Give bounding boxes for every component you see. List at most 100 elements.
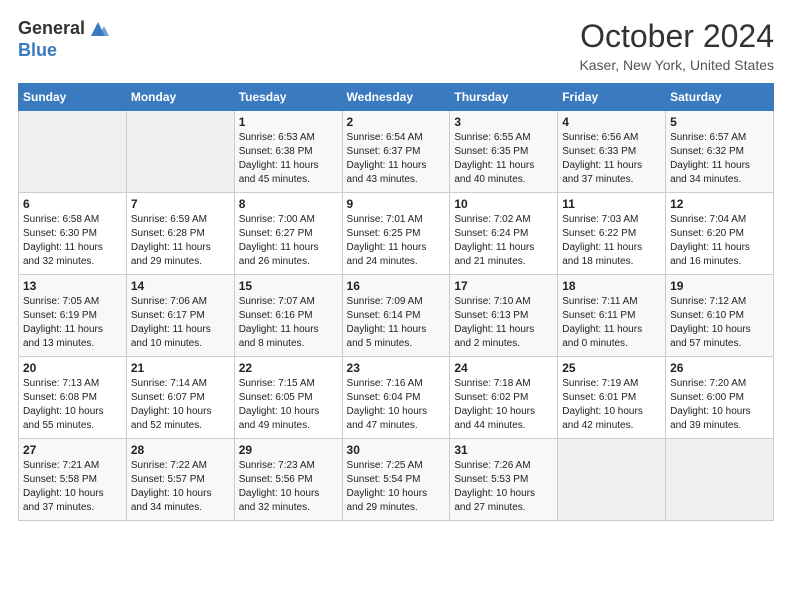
day-number: 2 <box>347 115 446 129</box>
day-details: Sunrise: 6:53 AMSunset: 6:38 PMDaylight:… <box>239 131 338 187</box>
day-details: Sunrise: 7:09 AMSunset: 6:14 PMDaylight:… <box>347 295 446 351</box>
calendar-cell <box>126 111 234 193</box>
day-number: 19 <box>670 279 769 293</box>
calendar-cell: 7 Sunrise: 6:59 AMSunset: 6:28 PMDaylight… <box>126 193 234 275</box>
day-number: 29 <box>239 443 338 457</box>
day-number: 31 <box>454 443 553 457</box>
calendar-cell: 18Sunrise: 7:11 AMSunset: 6:11 PMDayligh… <box>558 275 666 357</box>
calendar-cell: 29 Sunrise: 7:23 AMSunset: 5:56 PMDayligh… <box>234 439 342 521</box>
day-details: Sunrise: 7:12 AMSunset: 6:10 PMDaylight:… <box>670 295 769 351</box>
weekday-header-saturday: Saturday <box>666 84 774 111</box>
calendar-cell: 15 Sunrise: 7:07 AMSunset: 6:16 PMDayligh… <box>234 275 342 357</box>
calendar-table: SundayMondayTuesdayWednesdayThursdayFrid… <box>18 83 774 521</box>
day-details: Sunrise: 7:22 AMSunset: 5:57 PMDaylight:… <box>131 459 230 515</box>
day-details: Sunrise: 7:18 AMSunset: 6:02 PMDaylight:… <box>454 377 553 433</box>
day-details: Sunrise: 6:56 AMSunset: 6:33 PMDaylight:… <box>562 131 661 187</box>
day-details: Sunrise: 6:58 AMSunset: 6:30 PMDaylight:… <box>23 213 122 269</box>
calendar-week-3: 13Sunrise: 7:05 AMSunset: 6:19 PMDayligh… <box>19 275 774 357</box>
calendar-cell: 4 Sunrise: 6:56 AMSunset: 6:33 PMDaylight… <box>558 111 666 193</box>
weekday-header-sunday: Sunday <box>19 84 127 111</box>
day-number: 26 <box>670 361 769 375</box>
day-number: 27 <box>23 443 122 457</box>
day-details: Sunrise: 7:00 AMSunset: 6:27 PMDaylight:… <box>239 213 338 269</box>
calendar-cell: 28 Sunrise: 7:22 AMSunset: 5:57 PMDayligh… <box>126 439 234 521</box>
day-number: 11 <box>562 197 661 211</box>
day-details: Sunrise: 7:03 AMSunset: 6:22 PMDaylight:… <box>562 213 661 269</box>
weekday-header-friday: Friday <box>558 84 666 111</box>
day-number: 8 <box>239 197 338 211</box>
day-details: Sunrise: 7:16 AMSunset: 6:04 PMDaylight:… <box>347 377 446 433</box>
day-details: Sunrise: 6:57 AMSunset: 6:32 PMDaylight:… <box>670 131 769 187</box>
calendar-cell: 23 Sunrise: 7:16 AMSunset: 6:04 PMDayligh… <box>342 357 450 439</box>
calendar-cell: 11 Sunrise: 7:03 AMSunset: 6:22 PMDayligh… <box>558 193 666 275</box>
calendar-cell: 24 Sunrise: 7:18 AMSunset: 6:02 PMDayligh… <box>450 357 558 439</box>
calendar-cell: 6 Sunrise: 6:58 AMSunset: 6:30 PMDaylight… <box>19 193 127 275</box>
day-details: Sunrise: 7:14 AMSunset: 6:07 PMDaylight:… <box>131 377 230 433</box>
calendar-week-4: 20 Sunrise: 7:13 AMSunset: 6:08 PMDayligh… <box>19 357 774 439</box>
day-number: 24 <box>454 361 553 375</box>
day-number: 21 <box>131 361 230 375</box>
day-details: Sunrise: 7:05 AMSunset: 6:19 PMDaylight:… <box>23 295 122 351</box>
calendar-cell <box>558 439 666 521</box>
calendar-cell <box>666 439 774 521</box>
calendar-week-5: 27Sunrise: 7:21 AMSunset: 5:58 PMDayligh… <box>19 439 774 521</box>
calendar-cell: 20 Sunrise: 7:13 AMSunset: 6:08 PMDayligh… <box>19 357 127 439</box>
header: General Blue October 2024 Kaser, New Yor… <box>18 18 774 73</box>
day-details: Sunrise: 7:25 AMSunset: 5:54 PMDaylight:… <box>347 459 446 515</box>
page: General Blue October 2024 Kaser, New Yor… <box>0 0 792 539</box>
calendar-cell: 26 Sunrise: 7:20 AMSunset: 6:00 PMDayligh… <box>666 357 774 439</box>
logo-triangle-icon <box>87 18 109 40</box>
day-details: Sunrise: 6:55 AMSunset: 6:35 PMDaylight:… <box>454 131 553 187</box>
day-number: 15 <box>239 279 338 293</box>
day-details: Sunrise: 7:23 AMSunset: 5:56 PMDaylight:… <box>239 459 338 515</box>
calendar-cell: 21 Sunrise: 7:14 AMSunset: 6:07 PMDayligh… <box>126 357 234 439</box>
day-number: 23 <box>347 361 446 375</box>
day-details: Sunrise: 7:20 AMSunset: 6:00 PMDaylight:… <box>670 377 769 433</box>
calendar-cell: 25 Sunrise: 7:19 AMSunset: 6:01 PMDayligh… <box>558 357 666 439</box>
day-number: 7 <box>131 197 230 211</box>
day-number: 22 <box>239 361 338 375</box>
day-number: 3 <box>454 115 553 129</box>
day-details: Sunrise: 6:59 AMSunset: 6:28 PMDaylight:… <box>131 213 230 269</box>
logo-blue: Blue <box>18 40 109 62</box>
day-details: Sunrise: 7:26 AMSunset: 5:53 PMDaylight:… <box>454 459 553 515</box>
day-details: Sunrise: 7:07 AMSunset: 6:16 PMDaylight:… <box>239 295 338 351</box>
day-details: Sunrise: 7:01 AMSunset: 6:25 PMDaylight:… <box>347 213 446 269</box>
day-number: 20 <box>23 361 122 375</box>
calendar-cell: 5 Sunrise: 6:57 AMSunset: 6:32 PMDaylight… <box>666 111 774 193</box>
day-details: Sunrise: 7:13 AMSunset: 6:08 PMDaylight:… <box>23 377 122 433</box>
day-details: Sunrise: 7:15 AMSunset: 6:05 PMDaylight:… <box>239 377 338 433</box>
day-number: 5 <box>670 115 769 129</box>
day-number: 28 <box>131 443 230 457</box>
location: Kaser, New York, United States <box>579 57 774 73</box>
day-number: 17 <box>454 279 553 293</box>
day-number: 10 <box>454 197 553 211</box>
calendar-cell: 9Sunrise: 7:01 AMSunset: 6:25 PMDaylight… <box>342 193 450 275</box>
day-number: 18 <box>562 279 661 293</box>
calendar-cell: 16 Sunrise: 7:09 AMSunset: 6:14 PMDayligh… <box>342 275 450 357</box>
calendar-cell: 13Sunrise: 7:05 AMSunset: 6:19 PMDayligh… <box>19 275 127 357</box>
day-number: 12 <box>670 197 769 211</box>
day-number: 6 <box>23 197 122 211</box>
calendar-cell: 17Sunrise: 7:10 AMSunset: 6:13 PMDayligh… <box>450 275 558 357</box>
weekday-header-row: SundayMondayTuesdayWednesdayThursdayFrid… <box>19 84 774 111</box>
calendar-cell: 1Sunrise: 6:53 AMSunset: 6:38 PMDaylight… <box>234 111 342 193</box>
day-number: 16 <box>347 279 446 293</box>
calendar-cell: 30Sunrise: 7:25 AMSunset: 5:54 PMDayligh… <box>342 439 450 521</box>
calendar-cell: 3 Sunrise: 6:55 AMSunset: 6:35 PMDaylight… <box>450 111 558 193</box>
calendar-cell: 31 Sunrise: 7:26 AMSunset: 5:53 PMDayligh… <box>450 439 558 521</box>
day-number: 25 <box>562 361 661 375</box>
day-details: Sunrise: 6:54 AMSunset: 6:37 PMDaylight:… <box>347 131 446 187</box>
calendar-week-2: 6 Sunrise: 6:58 AMSunset: 6:30 PMDaylight… <box>19 193 774 275</box>
day-details: Sunrise: 7:19 AMSunset: 6:01 PMDaylight:… <box>562 377 661 433</box>
day-number: 14 <box>131 279 230 293</box>
logo-general: General <box>18 18 85 40</box>
calendar-cell: 22 Sunrise: 7:15 AMSunset: 6:05 PMDayligh… <box>234 357 342 439</box>
calendar-cell: 19 Sunrise: 7:12 AMSunset: 6:10 PMDayligh… <box>666 275 774 357</box>
calendar-week-1: 1Sunrise: 6:53 AMSunset: 6:38 PMDaylight… <box>19 111 774 193</box>
calendar-cell: 10Sunrise: 7:02 AMSunset: 6:24 PMDayligh… <box>450 193 558 275</box>
day-details: Sunrise: 7:04 AMSunset: 6:20 PMDaylight:… <box>670 213 769 269</box>
calendar-cell <box>19 111 127 193</box>
day-number: 4 <box>562 115 661 129</box>
weekday-header-tuesday: Tuesday <box>234 84 342 111</box>
